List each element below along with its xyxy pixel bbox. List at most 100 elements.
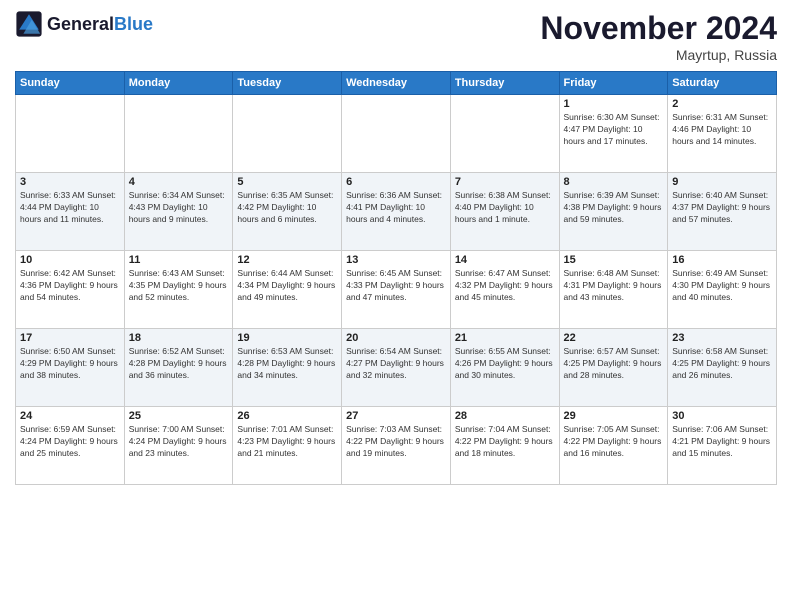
calendar-cell: 10Sunrise: 6:42 AM Sunset: 4:36 PM Dayli… [16,251,125,329]
day-info: Sunrise: 7:03 AM Sunset: 4:22 PM Dayligh… [346,424,446,460]
location: Mayrtup, Russia [540,47,777,63]
calendar-cell: 14 Sunrise: 6:47 AM Sunset: 4:32 PM Dayli… [450,251,559,329]
col-tuesday: Tuesday [233,72,342,95]
day-number: 3 [20,176,120,188]
calendar-cell: 2 Sunrise: 6:31 AM Sunset: 4:46 PM Daylig… [668,95,777,173]
calendar-cell: 9 Sunrise: 6:40 AM Sunset: 4:37 PM Daylig… [668,173,777,251]
calendar-week-4: 17Sunrise: 6:50 AM Sunset: 4:29 PM Dayli… [16,329,777,407]
calendar-cell [450,95,559,173]
calendar-cell [233,95,342,173]
day-number: 24 [20,410,120,422]
day-number: 9 [672,176,772,188]
calendar-week-3: 10Sunrise: 6:42 AM Sunset: 4:36 PM Dayli… [16,251,777,329]
header: GeneralBlue November 2024 Mayrtup, Russi… [15,10,777,63]
day-info: Sunrise: 6:54 AM Sunset: 4:27 PM Dayligh… [346,346,446,382]
day-info: Sunrise: 6:36 AM Sunset: 4:41 PM Dayligh… [346,190,446,226]
calendar-cell: 23Sunrise: 6:58 AM Sunset: 4:25 PM Dayli… [668,329,777,407]
day-info: Sunrise: 6:59 AM Sunset: 4:24 PM Dayligh… [20,424,120,460]
header-row: Sunday Monday Tuesday Wednesday Thursday… [16,72,777,95]
day-number: 5 [237,176,337,188]
calendar-body: 1Sunrise: 6:30 AM Sunset: 4:47 PM Daylig… [16,95,777,485]
day-number: 8 [564,176,664,188]
calendar-cell: 4Sunrise: 6:34 AM Sunset: 4:43 PM Daylig… [124,173,233,251]
day-number: 13 [346,254,446,266]
calendar-cell: 12 Sunrise: 6:44 AM Sunset: 4:34 PM Dayli… [233,251,342,329]
calendar-cell: 15 Sunrise: 6:48 AM Sunset: 4:31 PM Dayli… [559,251,668,329]
day-number: 28 [455,410,555,422]
logo-text: GeneralBlue [47,15,153,33]
calendar-cell: 7Sunrise: 6:38 AM Sunset: 4:40 PM Daylig… [450,173,559,251]
calendar-cell: 25 Sunrise: 7:00 AM Sunset: 4:24 PM Dayli… [124,407,233,485]
day-info: Sunrise: 6:35 AM Sunset: 4:42 PM Dayligh… [237,190,337,226]
calendar-cell: 8 Sunrise: 6:39 AM Sunset: 4:38 PM Daylig… [559,173,668,251]
day-info: Sunrise: 6:39 AM Sunset: 4:38 PM Dayligh… [564,190,664,226]
day-number: 15 [564,254,664,266]
day-number: 2 [672,98,772,110]
day-number: 29 [564,410,664,422]
col-saturday: Saturday [668,72,777,95]
logo: GeneralBlue [15,10,153,38]
day-info: Sunrise: 7:04 AM Sunset: 4:22 PM Dayligh… [455,424,555,460]
calendar-cell: 27 Sunrise: 7:03 AM Sunset: 4:22 PM Dayli… [342,407,451,485]
day-number: 19 [237,332,337,344]
day-info: Sunrise: 6:47 AM Sunset: 4:32 PM Dayligh… [455,268,555,304]
day-number: 20 [346,332,446,344]
calendar-cell: 26Sunrise: 7:01 AM Sunset: 4:23 PM Dayli… [233,407,342,485]
day-number: 22 [564,332,664,344]
calendar-cell [342,95,451,173]
day-number: 6 [346,176,446,188]
day-info: Sunrise: 6:55 AM Sunset: 4:26 PM Dayligh… [455,346,555,382]
day-info: Sunrise: 7:00 AM Sunset: 4:24 PM Dayligh… [129,424,229,460]
calendar-cell: 16 Sunrise: 6:49 AM Sunset: 4:30 PM Dayli… [668,251,777,329]
col-wednesday: Wednesday [342,72,451,95]
logo-icon [15,10,43,38]
day-number: 26 [237,410,337,422]
day-info: Sunrise: 6:53 AM Sunset: 4:28 PM Dayligh… [237,346,337,382]
day-number: 17 [20,332,120,344]
calendar-week-2: 3 Sunrise: 6:33 AM Sunset: 4:44 PM Daylig… [16,173,777,251]
calendar-cell: 19 Sunrise: 6:53 AM Sunset: 4:28 PM Dayli… [233,329,342,407]
day-number: 12 [237,254,337,266]
day-info: Sunrise: 6:31 AM Sunset: 4:46 PM Dayligh… [672,112,772,148]
calendar-cell: 18Sunrise: 6:52 AM Sunset: 4:28 PM Dayli… [124,329,233,407]
day-info: Sunrise: 6:57 AM Sunset: 4:25 PM Dayligh… [564,346,664,382]
calendar-cell: 17Sunrise: 6:50 AM Sunset: 4:29 PM Dayli… [16,329,125,407]
calendar-table: Sunday Monday Tuesday Wednesday Thursday… [15,71,777,485]
page: GeneralBlue November 2024 Mayrtup, Russi… [0,0,792,495]
day-number: 11 [129,254,229,266]
day-info: Sunrise: 7:05 AM Sunset: 4:22 PM Dayligh… [564,424,664,460]
day-info: Sunrise: 6:49 AM Sunset: 4:30 PM Dayligh… [672,268,772,304]
day-info: Sunrise: 6:44 AM Sunset: 4:34 PM Dayligh… [237,268,337,304]
calendar-cell: 3 Sunrise: 6:33 AM Sunset: 4:44 PM Daylig… [16,173,125,251]
calendar-cell: 21 Sunrise: 6:55 AM Sunset: 4:26 PM Dayli… [450,329,559,407]
day-info: Sunrise: 7:06 AM Sunset: 4:21 PM Dayligh… [672,424,772,460]
day-info: Sunrise: 6:33 AM Sunset: 4:44 PM Dayligh… [20,190,120,226]
calendar-week-1: 1Sunrise: 6:30 AM Sunset: 4:47 PM Daylig… [16,95,777,173]
calendar-cell: 1Sunrise: 6:30 AM Sunset: 4:47 PM Daylig… [559,95,668,173]
day-info: Sunrise: 6:42 AM Sunset: 4:36 PM Dayligh… [20,268,120,304]
calendar-cell [124,95,233,173]
calendar-cell: 11 Sunrise: 6:43 AM Sunset: 4:35 PM Dayli… [124,251,233,329]
title-block: November 2024 Mayrtup, Russia [540,10,777,63]
day-info: Sunrise: 6:43 AM Sunset: 4:35 PM Dayligh… [129,268,229,304]
calendar-week-5: 24 Sunrise: 6:59 AM Sunset: 4:24 PM Dayli… [16,407,777,485]
calendar-cell: 13Sunrise: 6:45 AM Sunset: 4:33 PM Dayli… [342,251,451,329]
day-number: 27 [346,410,446,422]
col-friday: Friday [559,72,668,95]
day-info: Sunrise: 6:38 AM Sunset: 4:40 PM Dayligh… [455,190,555,226]
day-info: Sunrise: 6:40 AM Sunset: 4:37 PM Dayligh… [672,190,772,226]
calendar-cell: 28 Sunrise: 7:04 AM Sunset: 4:22 PM Dayli… [450,407,559,485]
day-number: 14 [455,254,555,266]
day-number: 1 [564,98,664,110]
day-number: 16 [672,254,772,266]
day-info: Sunrise: 6:48 AM Sunset: 4:31 PM Dayligh… [564,268,664,304]
day-number: 25 [129,410,229,422]
logo-general: General [47,14,114,34]
col-monday: Monday [124,72,233,95]
calendar-cell: 5 Sunrise: 6:35 AM Sunset: 4:42 PM Daylig… [233,173,342,251]
day-number: 21 [455,332,555,344]
day-number: 4 [129,176,229,188]
calendar-cell: 20 Sunrise: 6:54 AM Sunset: 4:27 PM Dayli… [342,329,451,407]
col-sunday: Sunday [16,72,125,95]
day-number: 30 [672,410,772,422]
